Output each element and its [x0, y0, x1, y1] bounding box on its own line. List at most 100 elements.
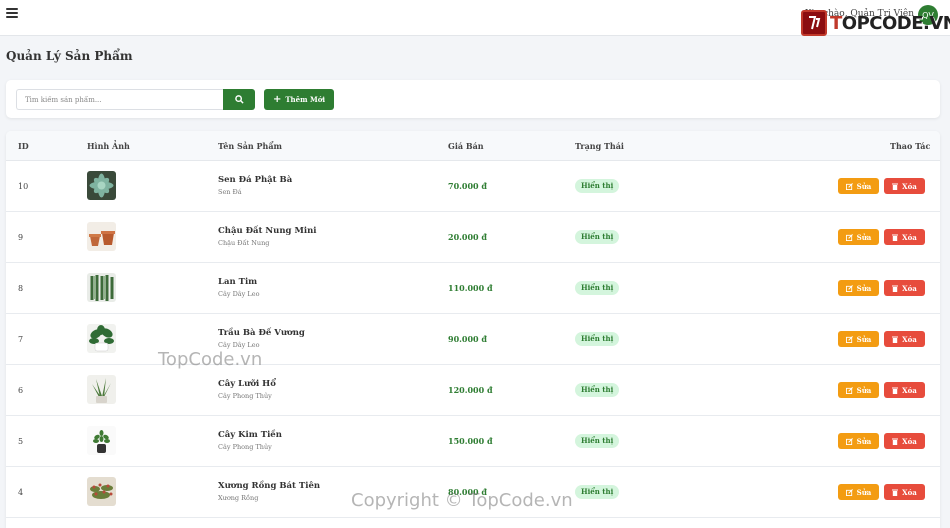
topcode-logo-icon	[801, 10, 827, 36]
edit-label: Sửa	[856, 334, 872, 344]
edit-label: Sửa	[856, 283, 872, 293]
edit-icon	[845, 233, 853, 241]
product-price: 110.000 đ	[448, 283, 493, 293]
plus-icon: +	[272, 94, 282, 105]
product-price: 150.000 đ	[448, 436, 493, 446]
add-product-button[interactable]: + Thêm Mới	[264, 89, 334, 110]
trash-icon	[892, 285, 899, 292]
product-id: 4	[18, 488, 24, 497]
table-row: 8 Lan Tim Cây Dây Leo 110.000 đ Hiển thị…	[6, 263, 940, 314]
edit-icon	[845, 182, 853, 190]
product-category: Cây Phong Thủy	[218, 392, 272, 400]
delete-label: Xóa	[902, 487, 917, 497]
status-badge: Hiển thị	[575, 434, 620, 448]
product-category: Sen Đá	[218, 188, 242, 196]
status-badge: Hiển thị	[575, 485, 620, 499]
edit-button[interactable]: Sửa	[838, 382, 879, 398]
product-image-zz-plant	[87, 426, 116, 455]
product-name: Cây Kim Tiền	[218, 430, 282, 440]
hamburger-menu-icon[interactable]	[6, 8, 18, 18]
search-input[interactable]	[16, 89, 224, 110]
trash-icon	[892, 234, 899, 241]
edit-icon	[845, 335, 853, 343]
product-image-crown-of-thorns	[87, 477, 116, 506]
table-row: 10 Sen Đá Phật Bà Sen Đá 70.000 đ Hiển t…	[6, 161, 940, 212]
product-id: 9	[18, 233, 24, 242]
logo-text-rest: OPCODE.VN	[841, 12, 950, 34]
delete-button[interactable]: Xóa	[884, 229, 925, 245]
table-row: 7 Trầu Bà Đế Vương Cây Dây Leo 90.000 đ …	[6, 314, 940, 365]
edit-label: Sửa	[856, 232, 872, 242]
edit-button[interactable]: Sửa	[838, 331, 879, 347]
status-badge: Hiển thị	[575, 179, 620, 193]
trash-icon	[892, 183, 899, 190]
search-button[interactable]	[223, 89, 255, 110]
edit-icon	[845, 437, 853, 445]
trash-icon	[892, 438, 899, 445]
product-image-succulent	[87, 171, 116, 200]
product-price: 90.000 đ	[448, 334, 487, 344]
delete-label: Xóa	[902, 283, 917, 293]
product-category: Xương Rồng	[218, 494, 259, 502]
product-name: Trầu Bà Đế Vương	[218, 328, 305, 338]
product-id: 7	[18, 335, 24, 344]
products-table: ID Hình Ảnh Tên Sản Phẩm Giá Bán Trạng T…	[6, 131, 940, 528]
table-row: 6 Cây Lưỡi Hổ Cây Phong Thủy 120.000 đ H…	[6, 365, 940, 416]
edit-button[interactable]: Sửa	[838, 229, 879, 245]
column-header-status: Trạng Thái	[575, 141, 624, 151]
edit-button[interactable]: Sửa	[838, 433, 879, 449]
product-image-purple-hanging-plant	[87, 273, 116, 302]
delete-button[interactable]: Xóa	[884, 484, 925, 500]
column-header-price: Giá Bán	[448, 141, 484, 151]
delete-button[interactable]: Xóa	[884, 280, 925, 296]
status-badge: Hiển thị	[575, 332, 620, 346]
edit-label: Sửa	[856, 385, 872, 395]
edit-icon	[845, 284, 853, 292]
column-header-name: Tên Sản Phẩm	[218, 141, 283, 151]
delete-label: Xóa	[902, 232, 917, 242]
status-badge: Hiển thị	[575, 383, 620, 397]
delete-button[interactable]: Xóa	[884, 382, 925, 398]
table-row: 9 Chậu Đất Nung Mini Chậu Đất Nung 20.00…	[6, 212, 940, 263]
product-image-clay-pots	[87, 222, 116, 251]
product-category: Chậu Đất Nung	[218, 239, 270, 247]
delete-button[interactable]: Xóa	[884, 178, 925, 194]
product-id: 8	[18, 284, 24, 293]
product-category: Cây Dây Leo	[218, 290, 260, 298]
edit-icon	[845, 488, 853, 496]
table-row: 5 Cây Kim Tiền Cây Phong Thủy 150.000 đ …	[6, 416, 940, 467]
product-name: Cây Lưỡi Hổ	[218, 379, 276, 389]
trash-icon	[892, 489, 899, 496]
product-category: Cây Phong Thủy	[218, 443, 272, 451]
product-category: Cây Dây Leo	[218, 341, 260, 349]
product-price: 70.000 đ	[448, 181, 487, 191]
topcode-logo: TOPCODE.VN	[801, 10, 950, 36]
delete-label: Xóa	[902, 181, 917, 191]
edit-button[interactable]: Sửa	[838, 280, 879, 296]
product-id: 5	[18, 437, 24, 446]
page-title: Quản Lý Sản Phẩm	[6, 49, 133, 63]
edit-icon	[845, 386, 853, 394]
search-icon	[234, 95, 244, 104]
delete-button[interactable]: Xóa	[884, 433, 925, 449]
status-badge: Hiển thị	[575, 230, 620, 244]
product-name: Lan Tim	[218, 277, 258, 287]
delete-label: Xóa	[902, 334, 917, 344]
delete-button[interactable]: Xóa	[884, 331, 925, 347]
product-name: Chậu Đất Nung Mini	[218, 226, 317, 236]
status-badge: Hiển thị	[575, 281, 620, 295]
product-id: 6	[18, 386, 24, 395]
product-name: Sen Đá Phật Bà	[218, 175, 293, 185]
trash-icon	[892, 387, 899, 394]
table-header: ID Hình Ảnh Tên Sản Phẩm Giá Bán Trạng T…	[6, 131, 940, 161]
edit-button[interactable]: Sửa	[838, 178, 879, 194]
edit-button[interactable]: Sửa	[838, 484, 879, 500]
product-image-philodendron	[87, 324, 116, 353]
copyright-watermark: Copyright © TopCode.vn	[351, 490, 573, 511]
edit-label: Sửa	[856, 487, 872, 497]
product-image-snake-plant	[87, 375, 116, 404]
delete-label: Xóa	[902, 385, 917, 395]
delete-label: Xóa	[902, 436, 917, 446]
add-button-label: Thêm Mới	[285, 95, 326, 104]
product-id: 10	[18, 182, 29, 191]
